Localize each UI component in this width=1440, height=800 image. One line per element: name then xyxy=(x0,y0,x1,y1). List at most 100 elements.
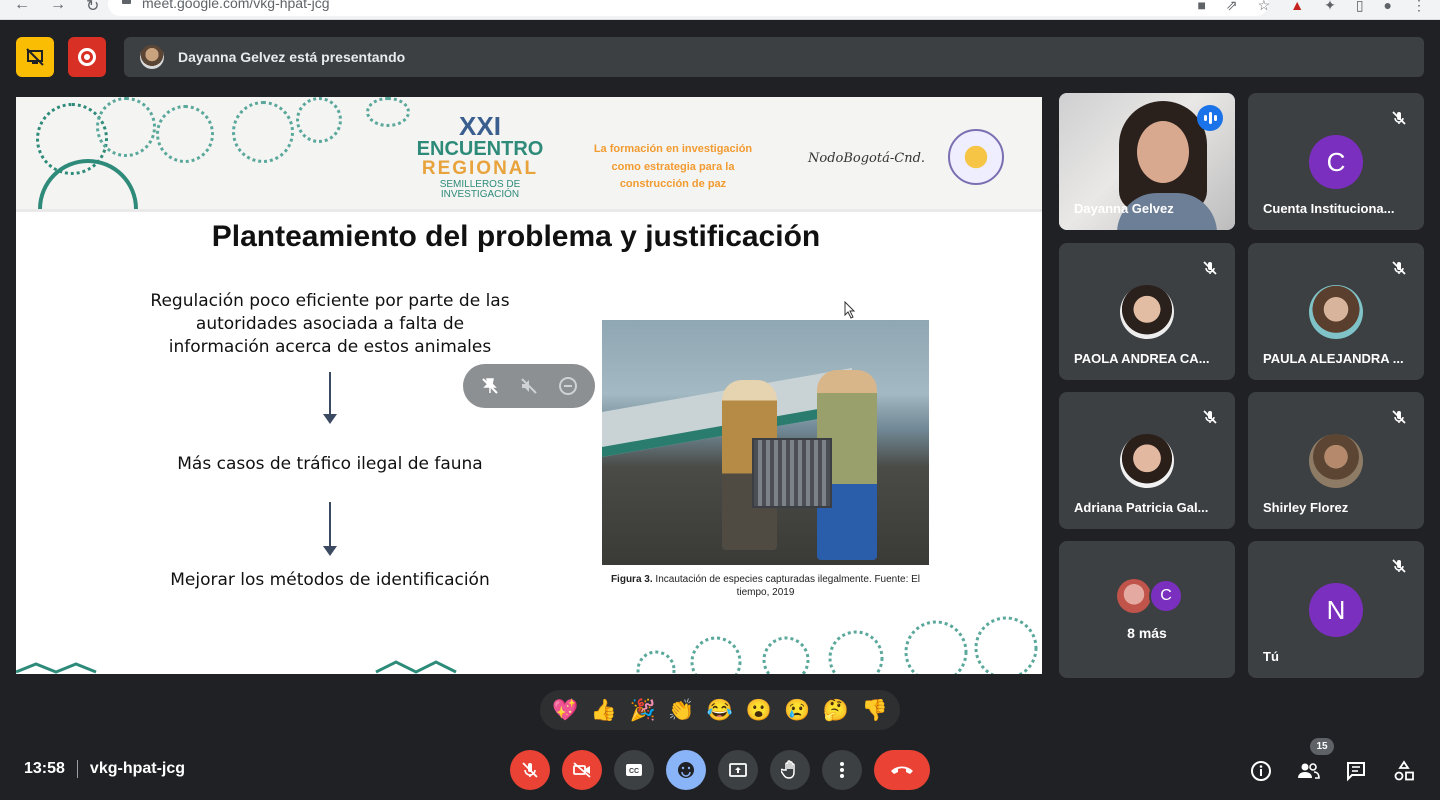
puzzle-extensions-icon[interactable]: ✦ xyxy=(1324,0,1336,14)
present-screen-icon xyxy=(729,763,747,777)
reaction-clapping[interactable]: 👏 xyxy=(668,700,694,721)
toggle-microphone-button[interactable] xyxy=(510,750,550,790)
url-text: meet.google.com/vkg-hpat-jcg xyxy=(142,0,330,11)
participant-tile-dayanna[interactable]: Dayanna Gelvez xyxy=(1059,93,1235,230)
side-panel-icon[interactable]: ▯ xyxy=(1356,0,1364,14)
participant-tile-shirley[interactable]: Shirley Florez xyxy=(1248,392,1424,529)
toggle-camera-button[interactable] xyxy=(562,750,602,790)
participant-name: PAULA ALEJANDRA ... xyxy=(1263,351,1404,366)
participants-count-badge: 15 xyxy=(1310,738,1334,755)
tile-hover-controls xyxy=(463,364,595,408)
raise-hand-button[interactable] xyxy=(770,750,810,790)
browser-menu-icon[interactable]: ⋮ xyxy=(1412,0,1426,14)
profile-icon[interactable]: ● xyxy=(1384,0,1392,14)
reaction-sparkling-heart[interactable]: 💖 xyxy=(552,700,578,721)
present-screen-button[interactable] xyxy=(718,750,758,790)
browser-toolbar: ← → ↻ meet.google.com/vkg-hpat-jcg ■ ⇗ ☆… xyxy=(0,0,1440,20)
participant-avatar: C xyxy=(1309,135,1363,189)
figure-caption: Figura 3. Incautación de especies captur… xyxy=(602,573,929,599)
reaction-surprised[interactable]: 😮 xyxy=(746,700,772,721)
camera-off-icon xyxy=(573,762,591,778)
reaction-thinking[interactable]: 🤔 xyxy=(823,700,849,721)
meeting-info: 13:58 vkg-hpat-jcg xyxy=(24,760,185,778)
meeting-details-button[interactable] xyxy=(1247,757,1275,785)
captions-button[interactable]: CC xyxy=(614,750,654,790)
back-icon[interactable]: ← xyxy=(14,0,30,16)
recording-button[interactable] xyxy=(68,37,106,77)
photo-crate xyxy=(752,438,832,508)
extensions-area: ■ ⇗ ☆ ▲ ✦ ▯ ● ⋮ xyxy=(1197,0,1426,14)
activities-button[interactable] xyxy=(1390,757,1418,785)
presenting-text: Dayanna Gelvez está presentando xyxy=(178,49,406,65)
event-name-line1: ENCUENTRO xyxy=(416,138,544,160)
decorative-swirl xyxy=(366,97,410,127)
participant-avatar-photo xyxy=(1120,285,1174,339)
decorative-swirl xyxy=(156,105,214,163)
reaction-laughing[interactable]: 😂 xyxy=(707,700,733,721)
reload-icon[interactable]: ↻ xyxy=(86,0,99,16)
slide-footer-decoration xyxy=(16,616,1038,674)
participant-tile-paula[interactable]: PAULA ALEJANDRA ... xyxy=(1248,243,1424,380)
reaction-thumbs-down[interactable]: 👎 xyxy=(862,700,888,721)
participant-name: Tú xyxy=(1263,649,1279,664)
closed-captions-icon: CC xyxy=(626,764,642,776)
participant-tile-cuenta[interactable]: C Cuenta Instituciona... xyxy=(1248,93,1424,230)
address-bar[interactable]: meet.google.com/vkg-hpat-jcg xyxy=(108,0,1268,16)
caption-label: Figura 3. xyxy=(610,574,653,585)
reactions-button[interactable] xyxy=(666,750,706,790)
more-participants-avatars: C xyxy=(1117,579,1183,613)
participant-name: Dayanna Gelvez xyxy=(1074,201,1174,216)
mic-off-icon xyxy=(1199,406,1221,428)
participant-avatar-photo xyxy=(1309,285,1363,339)
participant-name: Shirley Florez xyxy=(1263,500,1349,515)
share-icon[interactable]: ⇗ xyxy=(1226,0,1238,14)
people-button[interactable] xyxy=(1294,757,1322,785)
participant-name: Cuenta Instituciona... xyxy=(1263,201,1395,216)
flow-step-2: Más casos de tráfico ilegal de fauna xyxy=(177,454,483,474)
participant-tile-self[interactable]: N Tú xyxy=(1248,541,1424,678)
reaction-thumbs-up[interactable]: 👍 xyxy=(591,700,617,721)
participant-video-face xyxy=(1137,121,1189,183)
record-icon xyxy=(78,48,96,66)
flow-arrow-down xyxy=(323,502,337,556)
pin-off-icon xyxy=(482,378,499,394)
mic-off-icon xyxy=(1388,107,1410,129)
more-participants-tile[interactable]: C 8 más xyxy=(1059,541,1235,678)
remove-tile-icon[interactable] xyxy=(556,374,580,398)
pdf-extension-icon[interactable]: ▲ xyxy=(1290,0,1304,14)
leave-call-button[interactable] xyxy=(874,750,930,790)
participant-avatar-photo xyxy=(1309,434,1363,488)
event-logo: XXI ENCUENTRO REGIONAL SEMILLEROS DE INV… xyxy=(412,113,548,200)
event-name-line2: REGIONAL xyxy=(421,158,539,179)
lock-icon xyxy=(122,0,131,4)
mute-audio-icon[interactable] xyxy=(517,374,541,398)
decorative-swirl xyxy=(296,97,342,143)
event-edition: XXI xyxy=(459,111,501,141)
mic-off-icon xyxy=(522,762,538,778)
event-name-line3: SEMILLEROS DE INVESTIGACIÓN xyxy=(439,179,521,200)
reaction-crying[interactable]: 😢 xyxy=(784,700,810,721)
svg-text:CC: CC xyxy=(629,768,639,775)
flow-arrow-down xyxy=(323,372,337,424)
camera-blocked-icon[interactable]: ■ xyxy=(1197,0,1205,14)
reaction-party-popper[interactable]: 🎉 xyxy=(630,700,656,721)
caption-text: Incautación de especies capturadas ilega… xyxy=(652,574,921,598)
speaking-indicator-icon xyxy=(1197,105,1223,131)
people-icon xyxy=(1298,763,1320,779)
mic-off-icon[interactable] xyxy=(478,374,502,398)
bookmark-star-icon[interactable]: ☆ xyxy=(1258,0,1271,14)
participant-avatar: N xyxy=(1309,583,1363,637)
participant-name: PAOLA ANDREA CA... xyxy=(1074,351,1210,366)
hand-icon xyxy=(781,760,795,779)
participant-tile-paola[interactable]: PAOLA ANDREA CA... xyxy=(1059,243,1235,380)
browser-nav: ← → ↻ xyxy=(14,0,99,16)
chat-button[interactable] xyxy=(1342,757,1370,785)
divider xyxy=(76,760,78,778)
minus-circle-icon xyxy=(558,377,577,395)
more-options-button[interactable] xyxy=(822,750,862,790)
forward-icon[interactable]: → xyxy=(50,0,66,16)
presentation-paused-button[interactable] xyxy=(16,37,54,77)
emoji-smile-icon xyxy=(678,762,694,778)
participant-tile-adriana[interactable]: Adriana Patricia Gal... xyxy=(1059,392,1235,529)
presenting-banner: Dayanna Gelvez está presentando xyxy=(124,37,1424,77)
